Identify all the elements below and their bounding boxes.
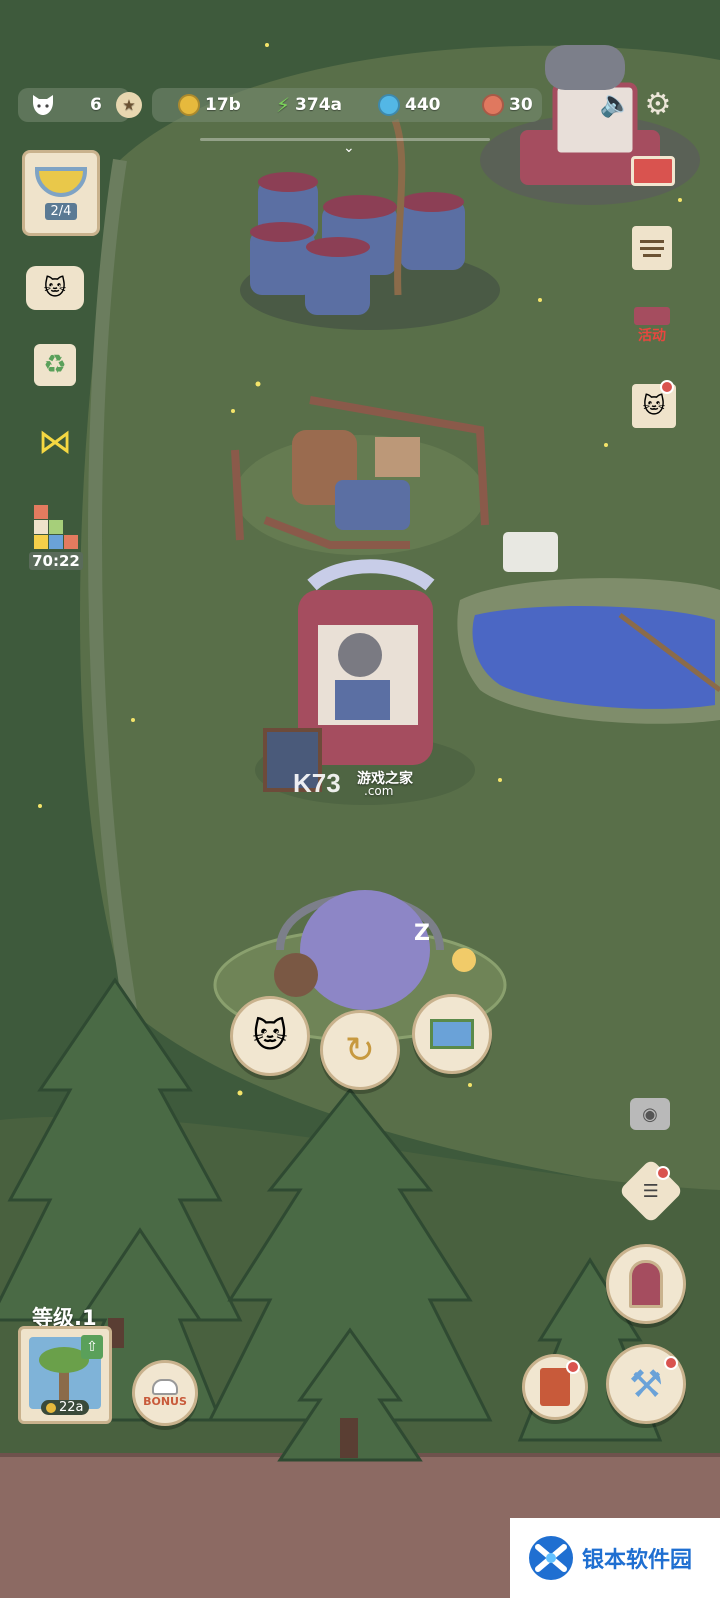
recipe-book-icon — [540, 1368, 570, 1406]
coin-icon — [178, 94, 200, 116]
rotate-icon: ↻ — [344, 1029, 376, 1071]
build-badge — [664, 1356, 678, 1370]
block-puzzle-icon — [34, 505, 78, 549]
rotate-button[interactable]: ↻ — [320, 1010, 400, 1090]
gem-icon — [378, 94, 400, 116]
coins-value: 17b — [205, 95, 241, 115]
star-icon[interactable]: ★ — [116, 92, 142, 118]
svg-text:K73: K73 — [293, 768, 341, 798]
brand-logo-icon — [529, 1536, 573, 1580]
coin-icon — [46, 1402, 56, 1413]
event-button[interactable]: 活动 — [626, 304, 678, 348]
bonus-button[interactable]: BONUS — [132, 1360, 198, 1426]
gems-value: 440 — [405, 95, 441, 115]
tickets-resource[interactable]: 30 — [482, 88, 533, 122]
task-list-icon[interactable] — [632, 226, 672, 270]
energy-value: 374a — [295, 95, 343, 115]
event-chest-icon — [634, 307, 670, 325]
door-button[interactable] — [606, 1244, 686, 1324]
upgrade-arrow-icon: ⇧ — [81, 1335, 103, 1359]
cat-profile-button[interactable]: 🐱 — [230, 996, 310, 1076]
cat-count: 6 — [90, 95, 102, 115]
gems-resource[interactable]: 440 — [378, 88, 441, 122]
upgrade-cost-value: 22a — [59, 1400, 84, 1415]
door-icon — [629, 1260, 663, 1308]
hammer-icon: ⚒ — [628, 1362, 664, 1406]
puzzle-timer: 70:22 — [29, 552, 83, 570]
chef-hat-icon — [151, 1378, 178, 1395]
watermark-center-url: .com — [364, 784, 394, 798]
energy-resource[interactable]: ⚡ 374a — [276, 88, 342, 122]
cat-card-badge — [660, 380, 674, 394]
event-label: 活动 — [638, 328, 666, 344]
cat-face-icon — [33, 95, 53, 115]
corner-watermark: 银本软件园 — [510, 1518, 720, 1598]
map-button[interactable] — [412, 994, 492, 1074]
soup-quest-card[interactable]: 2/4 — [22, 150, 100, 236]
svg-text:Z: Z — [414, 921, 430, 946]
cat-face-icon: 🐱 — [252, 1016, 288, 1056]
cat-count-pill[interactable]: 6 ★ — [18, 88, 142, 122]
map-icon — [430, 1019, 474, 1049]
coins-resource[interactable]: 17b — [178, 88, 241, 122]
soup-bowl-icon — [35, 166, 87, 197]
recycle-icon[interactable]: ♻ — [34, 344, 76, 386]
recipe-badge — [566, 1360, 580, 1374]
block-puzzle-timer[interactable]: 70:22 — [26, 500, 86, 570]
butterfly-icon[interactable]: ⋈ — [30, 420, 80, 464]
k73-watermark: K73 — [293, 768, 341, 798]
options-badge — [656, 1166, 670, 1180]
sound-icon[interactable]: 🔈 — [596, 86, 636, 122]
soup-progress: 2/4 — [44, 202, 78, 220]
upgrade-card[interactable]: ⇧ 22a — [18, 1326, 112, 1424]
gear-icon[interactable]: ⚙ — [640, 86, 676, 122]
cat-chat-icon[interactable]: 🐱 — [26, 266, 84, 310]
resource-bar: 17b ⚡ 374a 440 30 — [152, 88, 542, 122]
expand-chevron-icon[interactable]: ⌄ — [343, 140, 355, 156]
gift-basket-icon[interactable] — [628, 150, 678, 192]
corner-watermark-label: 银本软件园 — [582, 1548, 693, 1573]
tickets-value: 30 — [509, 95, 533, 115]
upgrade-cost: 22a — [41, 1400, 89, 1415]
camera-icon[interactable]: ◉ — [630, 1098, 670, 1130]
ticket-icon — [482, 94, 504, 116]
bonus-label: BONUS — [143, 1394, 187, 1408]
lightning-icon: ⚡ — [276, 93, 291, 117]
